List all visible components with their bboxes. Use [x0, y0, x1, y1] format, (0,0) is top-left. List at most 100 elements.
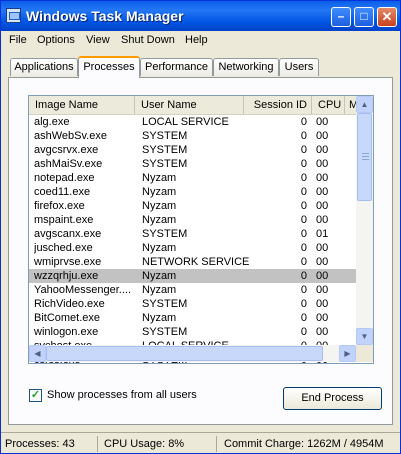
- show-all-users-checkbox[interactable]: ✓: [29, 389, 42, 402]
- scroll-up-icon[interactable]: ▲: [356, 96, 373, 113]
- process-user: Nyzam: [142, 312, 177, 324]
- process-session-id: 0: [300, 144, 307, 156]
- process-cpu: 00: [316, 326, 329, 338]
- process-user: SYSTEM: [142, 228, 188, 240]
- process-session-id: 0: [300, 130, 307, 142]
- process-row[interactable]: ashMaiSv.exe SYSTEM 0 00: [29, 157, 356, 171]
- process-cpu: 00: [316, 256, 329, 268]
- process-user: SYSTEM: [142, 298, 188, 310]
- vertical-scrollbar[interactable]: ▲ ▼: [356, 96, 373, 345]
- process-session-id: 0: [300, 298, 307, 310]
- process-cpu: 00: [316, 144, 329, 156]
- process-row[interactable]: wmiprvse.exe NETWORK SERVICE 0 00: [29, 255, 356, 269]
- process-name: jusched.exe: [34, 242, 93, 254]
- show-all-users-label[interactable]: Show processes from all users: [47, 389, 197, 401]
- process-name: YahooMessenger....: [34, 284, 132, 296]
- vertical-scroll-thumb[interactable]: [357, 113, 372, 201]
- process-session-id: 0: [300, 270, 307, 282]
- process-name: winlogon.exe: [34, 326, 99, 338]
- menu-options[interactable]: Options: [37, 34, 75, 46]
- scroll-down-icon[interactable]: ▼: [356, 328, 373, 345]
- column-user-name[interactable]: User Name: [135, 96, 244, 114]
- process-cpu: 00: [316, 214, 329, 226]
- process-row[interactable]: notepad.exe Nyzam 0 00: [29, 171, 356, 185]
- horizontal-scrollbar[interactable]: ◀ ▶: [29, 345, 356, 362]
- process-session-id: 0: [300, 312, 307, 324]
- process-cpu: 00: [316, 158, 329, 170]
- process-user: SYSTEM: [142, 144, 188, 156]
- scroll-right-icon[interactable]: ▶: [339, 345, 356, 362]
- end-process-button[interactable]: End Process: [283, 387, 382, 410]
- tab-users[interactable]: Users: [279, 58, 319, 76]
- process-row[interactable]: YahooMessenger.... Nyzam 0 00: [29, 283, 356, 297]
- process-row[interactable]: alg.exe LOCAL SERVICE 0 00: [29, 115, 356, 129]
- process-user: SYSTEM: [142, 326, 188, 338]
- process-session-id: 0: [300, 284, 307, 296]
- maximize-button[interactable]: □: [354, 7, 374, 27]
- process-user: LOCAL SERVICE: [142, 116, 229, 128]
- menu-file[interactable]: File: [9, 34, 27, 46]
- process-cpu: 00: [316, 172, 329, 184]
- process-row[interactable]: BitComet.exe Nyzam 0 00: [29, 311, 356, 325]
- process-name: wzzqrhju.exe: [34, 270, 99, 282]
- process-row[interactable]: wzzqrhju.exe Nyzam 0 00: [29, 269, 356, 283]
- process-user: SYSTEM: [142, 158, 188, 170]
- process-row[interactable]: jusched.exe Nyzam 0 00: [29, 241, 356, 255]
- process-name: coed11.exe: [34, 186, 91, 198]
- title-bar[interactable]: Windows Task Manager – □ ✕: [1, 1, 400, 31]
- tab-performance[interactable]: Performance: [140, 58, 213, 76]
- scroll-left-icon[interactable]: ◀: [29, 345, 46, 362]
- horizontal-scroll-thumb[interactable]: [46, 346, 323, 361]
- tab-strip: Applications Processes Performance Netwo…: [1, 56, 400, 78]
- process-session-id: 0: [300, 200, 307, 212]
- menu-help[interactable]: Help: [185, 34, 208, 46]
- process-user: Nyzam: [142, 242, 177, 254]
- process-row[interactable]: firefox.exe Nyzam 0 00: [29, 199, 356, 213]
- process-session-id: 0: [300, 214, 307, 226]
- process-cpu: 00: [316, 312, 329, 324]
- status-cpu-usage: CPU Usage: 8%: [100, 436, 217, 452]
- close-icon: ✕: [381, 9, 393, 24]
- minimize-button[interactable]: –: [331, 7, 351, 27]
- process-row[interactable]: avgscanx.exe SYSTEM 0 01: [29, 227, 356, 241]
- process-user: Nyzam: [142, 186, 177, 198]
- menu-view[interactable]: View: [86, 34, 110, 46]
- maximize-icon: □: [360, 9, 368, 23]
- process-list[interactable]: Image Name User Name Session ID CPU M al…: [28, 95, 374, 364]
- tab-networking[interactable]: Networking: [213, 58, 279, 76]
- process-name: firefox.exe: [34, 200, 85, 212]
- process-session-id: 0: [300, 326, 307, 338]
- process-user: NETWORK SERVICE: [142, 256, 250, 268]
- process-user: SYSTEM: [142, 130, 188, 142]
- tab-processes[interactable]: Processes: [78, 56, 140, 78]
- close-button[interactable]: ✕: [377, 7, 397, 27]
- process-user: Nyzam: [142, 200, 177, 212]
- process-session-id: 0: [300, 242, 307, 254]
- process-row[interactable]: coed11.exe Nyzam 0 00: [29, 185, 356, 199]
- task-manager-icon: [6, 8, 21, 23]
- process-row[interactable]: RichVideo.exe SYSTEM 0 00: [29, 297, 356, 311]
- process-row[interactable]: ashWebSv.exe SYSTEM 0 00: [29, 129, 356, 143]
- tab-applications[interactable]: Applications: [10, 58, 78, 76]
- list-header: Image Name User Name Session ID CPU M: [29, 96, 358, 115]
- process-row[interactable]: winlogon.exe SYSTEM 0 00: [29, 325, 356, 339]
- process-name: avgcsrvx.exe: [34, 144, 99, 156]
- menu-shut-down[interactable]: Shut Down: [121, 34, 175, 46]
- checkmark-icon: ✓: [30, 389, 41, 401]
- process-name: RichVideo.exe: [34, 298, 105, 310]
- process-cpu: 00: [316, 186, 329, 198]
- process-name: BitComet.exe: [34, 312, 101, 324]
- process-user: Nyzam: [142, 172, 177, 184]
- process-user: Nyzam: [142, 270, 177, 282]
- process-name: ashWebSv.exe: [34, 130, 107, 142]
- status-processes: Processes: 43: [1, 436, 98, 452]
- column-session-id[interactable]: Session ID: [244, 96, 312, 114]
- process-user: Nyzam: [142, 284, 177, 296]
- process-row[interactable]: mspaint.exe Nyzam 0 00: [29, 213, 356, 227]
- process-row[interactable]: avgcsrvx.exe SYSTEM 0 00: [29, 143, 356, 157]
- column-cpu[interactable]: CPU: [312, 96, 345, 114]
- process-cpu: 00: [316, 242, 329, 254]
- process-name: ashMaiSv.exe: [34, 158, 103, 170]
- column-image-name[interactable]: Image Name: [29, 96, 135, 114]
- process-cpu: 00: [316, 298, 329, 310]
